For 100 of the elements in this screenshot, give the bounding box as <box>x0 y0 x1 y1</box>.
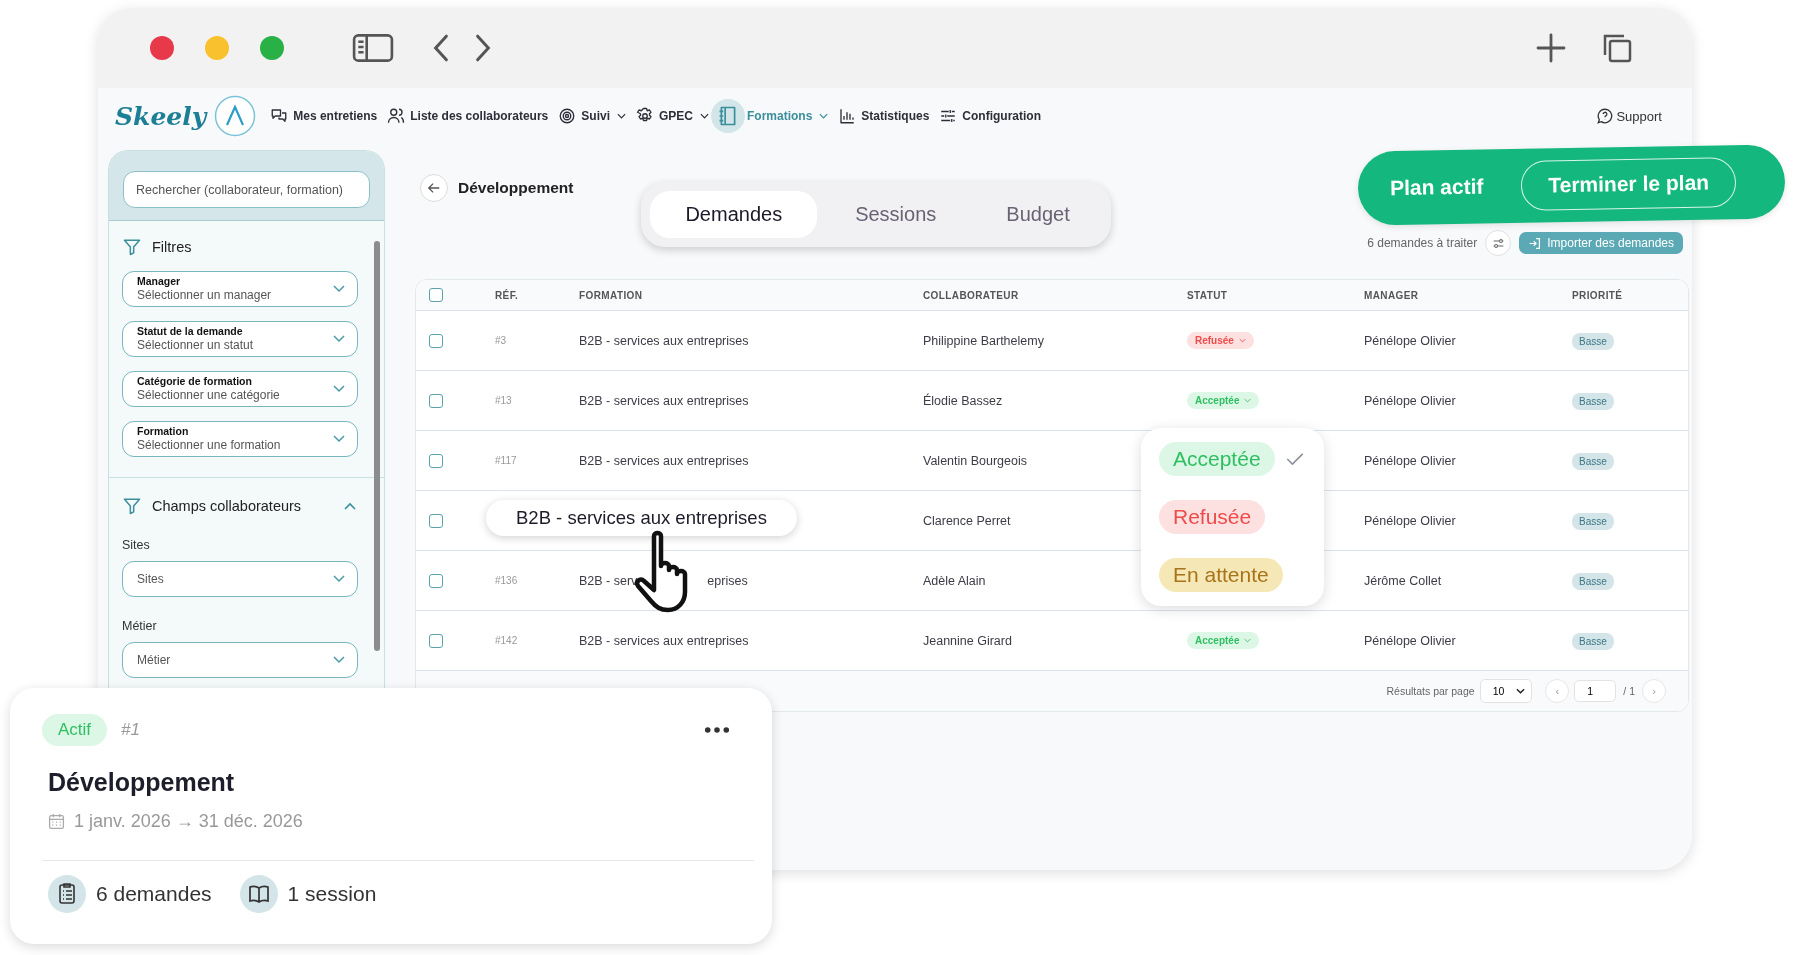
filter-select[interactable]: Métier <box>122 642 358 678</box>
per-page-select[interactable]: 10 <box>1479 679 1533 703</box>
formation-cell: B2B - services aux entreprises <box>579 633 749 648</box>
manager-cell: Pénélope Olivier <box>1364 513 1456 528</box>
maximize-window-icon[interactable] <box>260 36 284 60</box>
forward-icon[interactable] <box>474 33 492 63</box>
nav-item[interactable]: GPEC <box>636 107 709 125</box>
employee-cell: Élodie Bassez <box>923 393 1003 408</box>
reference-cell: #117 <box>495 455 517 466</box>
chevron-down-icon <box>333 385 345 393</box>
book-icon <box>239 875 278 913</box>
manager-cell: Pénélope Olivier <box>1364 453 1456 468</box>
calendar-icon <box>48 813 65 830</box>
nav-item[interactable]: Formations <box>711 99 829 133</box>
nav-item[interactable]: Configuration <box>939 107 1041 125</box>
row-checkbox[interactable] <box>429 453 443 468</box>
collapse-caret-icon[interactable] <box>344 502 356 510</box>
row-checkbox[interactable] <box>429 333 443 348</box>
nav-item[interactable]: Suivi <box>558 107 626 125</box>
filter-select[interactable]: Sites <box>122 561 358 597</box>
formation-cell: B2B - services aux entreprises <box>579 453 749 468</box>
arrow-left-icon <box>427 181 441 195</box>
tooltip: B2B - services aux entreprises <box>486 500 797 536</box>
nav-item[interactable]: Mes entretiens <box>270 107 378 125</box>
field-label: Métier <box>122 619 158 633</box>
settings-button[interactable] <box>1485 230 1512 256</box>
row-checkbox[interactable] <box>429 573 443 588</box>
section-title: Filtres <box>152 239 192 255</box>
clipboard-icon <box>48 875 86 913</box>
tabs-overview-icon[interactable] <box>1602 33 1632 63</box>
chevron-down-icon <box>333 435 345 443</box>
pending-count: 6 demandes à traiter <box>1367 236 1478 250</box>
filter-select[interactable]: Manager Sélectionner un manager <box>122 271 358 307</box>
logo-icon[interactable] <box>214 95 257 137</box>
chevron-down-icon <box>333 285 345 293</box>
manager-cell: Pénélope Olivier <box>1364 633 1456 648</box>
sidebar-toggle-icon[interactable] <box>352 33 394 63</box>
row-checkbox[interactable] <box>429 633 443 648</box>
filter-select[interactable]: Catégorie de formation Sélectionner une catégorie <box>122 371 358 407</box>
formation-cell: B2B - services aux entreprises <box>579 393 749 408</box>
tab[interactable]: Budget <box>974 191 1102 238</box>
back-icon[interactable] <box>432 33 450 63</box>
manager-cell: Jérôme Collet <box>1364 573 1442 588</box>
target-icon <box>558 107 577 125</box>
caret-icon <box>1516 688 1526 694</box>
per-page-label: Résultats par page <box>1386 685 1475 697</box>
tab[interactable]: Demandes <box>650 191 818 238</box>
employee-cell: Valentin Bourgeois <box>923 453 1027 468</box>
nav-item[interactable]: Liste des collaborateurs <box>387 107 549 125</box>
filter-select[interactable]: Statut de la demande Sélectionner un statut <box>122 321 358 357</box>
logo-text[interactable]: Skeely <box>115 101 207 131</box>
help-icon <box>1596 107 1615 125</box>
priority-badge: Basse <box>1572 572 1614 590</box>
notebook-icon <box>711 99 745 133</box>
section-title: Champs collaborateurs <box>152 498 302 514</box>
filter-icon <box>122 237 142 257</box>
employee-cell: Adèle Alain <box>923 573 986 588</box>
chevron-down-icon <box>333 575 345 583</box>
formation-cell: eprises <box>707 573 748 588</box>
caret-icon <box>1244 638 1252 643</box>
status-badge: Actif <box>42 714 108 746</box>
tab[interactable]: Sessions <box>823 191 969 238</box>
reference-cell: #136 <box>495 575 518 586</box>
row-checkbox[interactable] <box>429 393 443 408</box>
page-total: / 1 <box>1623 685 1635 697</box>
stat-label: 6 demandes <box>96 882 212 906</box>
new-tab-icon[interactable] <box>1536 33 1566 63</box>
page-field[interactable]: 1 <box>1574 680 1617 702</box>
chevron-down-icon <box>333 656 345 664</box>
support-link[interactable]: Support <box>1596 107 1662 125</box>
close-window-icon[interactable] <box>150 36 174 60</box>
caret-icon <box>1244 398 1252 403</box>
nav-item[interactable]: Statistiques <box>838 107 930 125</box>
search-field[interactable]: Rechercher (collaborateur, formation) <box>123 171 370 208</box>
manager-cell: Pénélope Olivier <box>1364 393 1456 408</box>
scrollbar[interactable] <box>374 241 380 651</box>
reference-cell: #3 <box>495 335 507 346</box>
column-header: FORMATION <box>579 289 644 301</box>
row-checkbox[interactable] <box>429 513 443 528</box>
reference-cell: #13 <box>495 395 512 406</box>
priority-badge: Basse <box>1572 332 1614 350</box>
filter-select[interactable]: Formation Sélectionner une formation <box>122 421 358 457</box>
manager-cell: Pénélope Olivier <box>1364 333 1456 348</box>
employee-cell: Jeannine Girard <box>923 633 1012 648</box>
select-all-checkbox[interactable] <box>429 288 443 302</box>
plan-dates: 1 janv. 2026 → 31 déc. 2026 <box>74 811 303 832</box>
users-icon <box>387 107 406 125</box>
column-header: MANAGER <box>1364 289 1420 301</box>
employee-cell: Clarence Perret <box>923 513 1011 528</box>
more-options-icon[interactable] <box>704 726 730 734</box>
priority-badge: Basse <box>1572 452 1614 470</box>
chevron-down-icon <box>333 335 345 343</box>
back-button[interactable] <box>420 174 448 202</box>
formation-cell: B2B - services aux entreprises <box>579 333 749 348</box>
field-label: Sites <box>122 538 151 552</box>
filter-icon <box>122 496 142 516</box>
stat-label: 1 session <box>287 882 377 906</box>
sliders-icon <box>1491 236 1505 250</box>
priority-badge: Basse <box>1572 512 1614 530</box>
column-header: STATUT <box>1187 289 1229 301</box>
